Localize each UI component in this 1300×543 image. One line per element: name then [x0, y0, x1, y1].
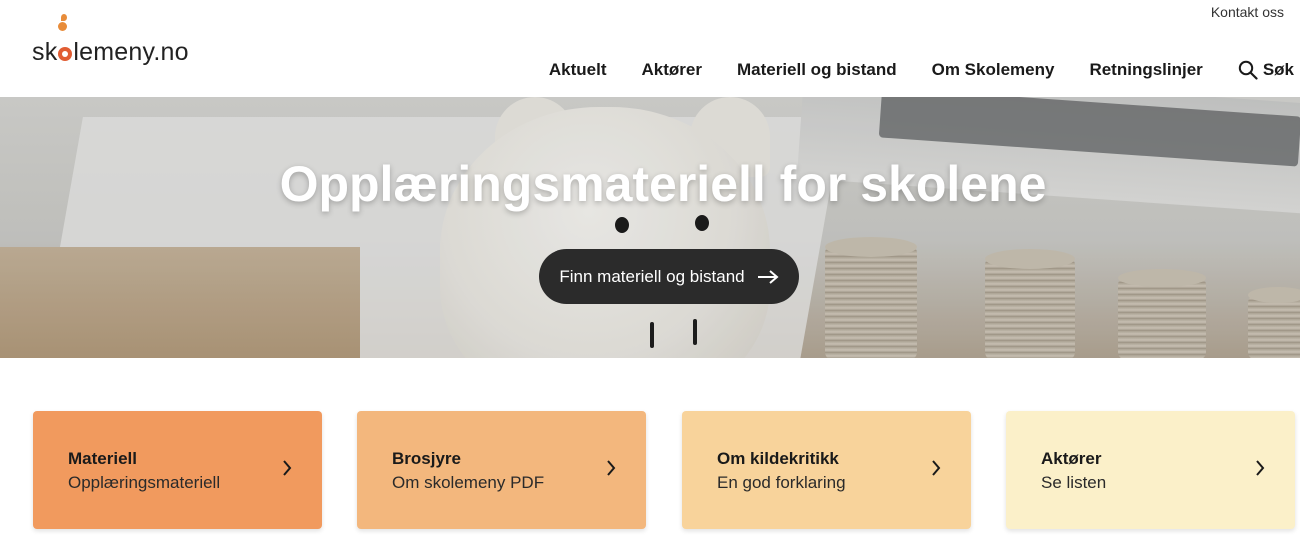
card-subtitle: Om skolemeny PDF — [392, 473, 545, 492]
nav-item-aktorer[interactable]: Aktører — [642, 60, 702, 80]
card-title: Brosjyre — [392, 449, 461, 468]
card-subtitle: Opplæringsmateriell — [68, 473, 221, 492]
card-title: Om kildekritikk — [717, 449, 839, 468]
nav-item-retningslinjer[interactable]: Retningslinjer — [1089, 60, 1202, 80]
nav-item-aktuelt[interactable]: Aktuelt — [549, 60, 607, 80]
chevron-right-icon — [607, 460, 616, 476]
chevron-right-icon — [1256, 460, 1265, 476]
hero-title: Opplæringsmateriell for skolene — [279, 156, 1047, 212]
main-nav: Aktuelt Aktører Materiell og bistand Om … — [514, 60, 1294, 80]
logo-drop-icon — [61, 14, 67, 21]
chevron-right-icon — [283, 460, 292, 476]
logo-text: sk lemeny.no — [32, 38, 189, 66]
chevron-right-icon — [932, 460, 941, 476]
card-materiell[interactable]: Materiell Opplæringsmateriell — [33, 411, 322, 529]
arrow-right-icon — [757, 269, 779, 284]
card-subtitle: Se listen — [1041, 473, 1107, 492]
card-aktorer[interactable]: Aktører Se listen — [1006, 411, 1295, 529]
card-om-kildekritikk[interactable]: Om kildekritikk En god forklaring — [682, 411, 971, 529]
nav-item-om-skolemeny[interactable]: Om Skolemeny — [932, 60, 1055, 80]
nav-item-materiell-og-bistand[interactable]: Materiell og bistand — [737, 60, 897, 80]
hero-banner: Opplæringsmateriell for skolene Finn mat… — [0, 97, 1300, 358]
search-label: Søk — [1262, 60, 1294, 79]
search-button[interactable]: Søk — [1238, 60, 1294, 80]
site-logo[interactable]: sk lemeny.no — [32, 14, 202, 74]
search-icon — [1238, 60, 1258, 80]
card-brosjyre[interactable]: Brosjyre Om skolemeny PDF — [357, 411, 646, 529]
contact-link[interactable]: Kontakt oss — [1211, 4, 1284, 20]
logo-dot-icon — [58, 22, 67, 31]
logo-o-icon — [58, 47, 73, 61]
card-subtitle: En god forklaring — [717, 473, 846, 492]
site-header: sk lemeny.no Kontakt oss Aktuelt Aktører … — [0, 0, 1300, 97]
card-title: Materiell — [68, 449, 137, 468]
card-title: Aktører — [1041, 449, 1102, 468]
find-material-button[interactable]: Finn materiell og bistand — [539, 249, 799, 304]
find-material-button-label: Finn materiell og bistand — [559, 266, 745, 286]
